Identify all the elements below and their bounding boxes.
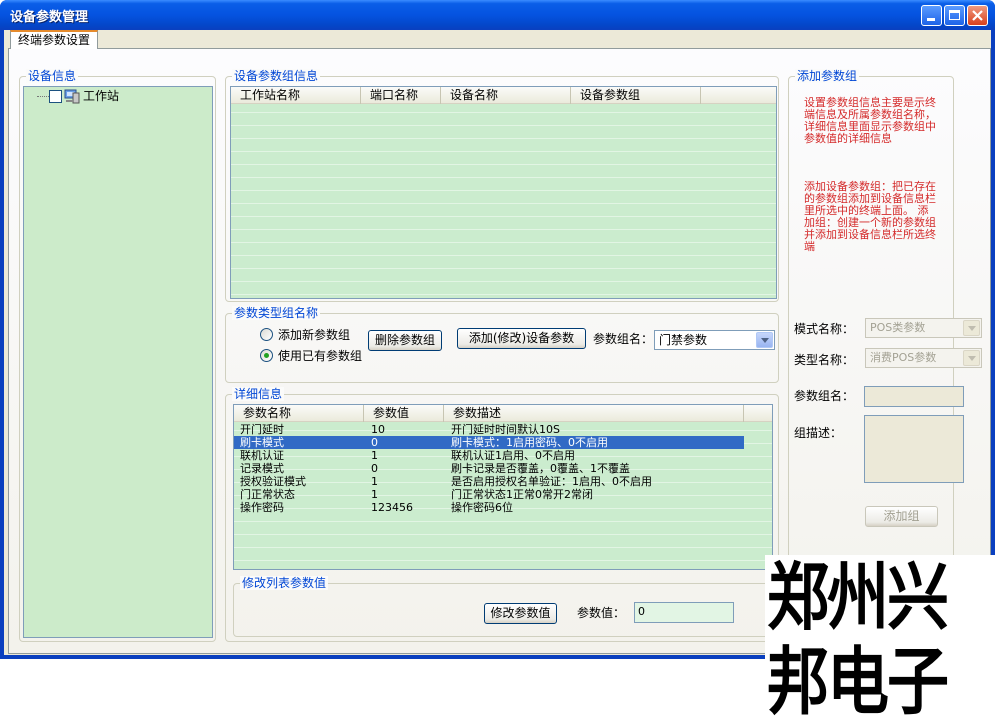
col-workstation-name[interactable]: 工作站名称 — [231, 87, 361, 104]
cell-param-desc: 开门延时时间默认10S — [451, 423, 560, 436]
tab-terminal-params[interactable]: 终端参数设置 — [10, 30, 99, 49]
type-name-label: 类型名称： — [794, 353, 855, 367]
help-text-2: 添加设备参数组：把已存在的参数组添加到设备信息栏里所选中的终端上面。 添加组：创… — [804, 180, 936, 253]
details-label: 详细信息 — [232, 387, 285, 401]
add-modify-device-params-button[interactable]: 添加(修改)设备参数 — [457, 328, 586, 349]
cell-param-value: 1 — [371, 488, 378, 501]
table-row[interactable]: 刷卡模式 0 刷卡模式：1启用密码、0不启用 — [234, 436, 744, 449]
mode-name-select[interactable]: POS类参数 — [865, 318, 982, 338]
device-tree[interactable]: 工作站 — [23, 86, 213, 638]
cell-param-name: 刷卡模式 — [240, 436, 284, 449]
mode-name-label: 模式名称： — [794, 322, 855, 336]
title-bar[interactable]: 设备参数管理 — [0, 0, 995, 30]
device-info-label: 设备信息 — [26, 69, 79, 83]
group-name-select[interactable]: 门禁参数 — [654, 330, 775, 350]
cell-param-desc: 联机认证1启用、0不启用 — [451, 449, 575, 462]
group-name-value: 门禁参数 — [659, 333, 708, 347]
minimize-button[interactable] — [921, 5, 942, 26]
computer-icon — [64, 89, 80, 104]
table-row[interactable]: 授权验证模式 1 是否启用授权名单验证：1启用、0不启用 — [234, 475, 744, 488]
maximize-button[interactable] — [944, 5, 965, 26]
minimize-icon — [927, 18, 935, 21]
watermark-text: 郑州兴邦电子 — [765, 554, 995, 725]
close-button[interactable] — [967, 5, 988, 26]
details-grid-header: 参数名称 参数值 参数描述 — [234, 405, 772, 422]
table-row[interactable]: 门正常状态 1 门正常状态1正常0常开2常闭 — [234, 488, 744, 501]
col-param-value[interactable]: 参数值 — [364, 405, 444, 422]
type-name-value: 消费POS参数 — [870, 351, 937, 364]
maximize-icon — [949, 10, 960, 20]
cell-param-value: 1 — [371, 449, 378, 462]
col-param-desc[interactable]: 参数描述 — [444, 405, 744, 422]
help-text-1: 设置参数组信息主要是示终端信息及所属参数组名称，详细信息里面显示参数组中参数值的… — [804, 96, 936, 145]
param-type-label: 参数类型组名称 — [232, 306, 321, 320]
close-icon — [972, 10, 983, 21]
add-group-label: 添加参数组 — [795, 69, 860, 83]
col-device-name[interactable]: 设备名称 — [441, 87, 571, 104]
cell-param-value: 10 — [371, 423, 385, 436]
cell-param-value: 1 — [371, 475, 378, 488]
table-row[interactable]: 联机认证 1 联机认证1启用、0不启用 — [234, 449, 744, 462]
chevron-down-icon[interactable] — [963, 350, 980, 366]
cell-param-name: 联机认证 — [240, 449, 284, 462]
cell-param-name: 操作密码 — [240, 501, 284, 514]
modify-label: 修改列表参数值 — [240, 576, 329, 590]
cell-param-desc: 是否启用授权名单验证：1启用、0不启用 — [451, 475, 652, 488]
details-group: 详细信息 参数名称 参数值 参数描述 开门延时 10 开门延时时间默认10S 刷卡模式… — [225, 387, 779, 642]
cell-param-value: 123456 — [371, 501, 413, 514]
param-value-input[interactable]: 0 — [634, 602, 734, 623]
radio-add-new-group-label: 添加新参数组 — [278, 328, 351, 342]
group-desc-label: 组描述： — [794, 426, 843, 440]
param-value-label: 参数值： — [577, 606, 626, 620]
modify-param-value-button[interactable]: 修改参数值 — [484, 603, 557, 624]
modify-group: 修改列表参数值 修改参数值 参数值： 0 — [233, 576, 773, 637]
type-name-select[interactable]: 消费POS参数 — [865, 348, 982, 368]
chevron-down-icon[interactable] — [963, 320, 980, 336]
col-port-name[interactable]: 端口名称 — [361, 87, 441, 104]
delete-param-group-button[interactable]: 删除参数组 — [368, 330, 442, 351]
cell-param-name: 记录模式 — [240, 462, 284, 475]
cell-param-value: 0 — [371, 436, 378, 449]
cell-param-name: 门正常状态 — [240, 488, 295, 501]
group-name-label: 参数组名： — [593, 332, 654, 346]
device-info-group: 设备信息 工作站 — [19, 69, 216, 642]
tree-checkbox[interactable] — [49, 90, 62, 103]
details-grid[interactable]: 参数名称 参数值 参数描述 开门延时 10 开门延时时间默认10S 刷卡模式 0 刷卡模式… — [233, 404, 773, 570]
cell-param-name: 授权验证模式 — [240, 475, 306, 488]
add-group-name-input[interactable] — [864, 386, 964, 407]
col-param-name[interactable]: 参数名称 — [234, 405, 364, 422]
param-group-grid[interactable]: 工作站名称 端口名称 设备名称 设备参数组 — [230, 86, 777, 299]
group-desc-input[interactable] — [864, 415, 964, 483]
cell-param-value: 0 — [371, 462, 378, 475]
cell-param-name: 开门延时 — [240, 423, 284, 436]
chevron-down-icon[interactable] — [756, 332, 773, 348]
cell-param-desc: 刷卡记录是否覆盖，0覆盖、1不覆盖 — [451, 462, 630, 475]
cell-param-desc: 刷卡模式：1启用密码、0不启用 — [451, 436, 608, 449]
radio-add-new-group[interactable] — [260, 328, 273, 341]
tree-item-workstation[interactable]: 工作站 — [83, 89, 119, 103]
col-device-param-group[interactable]: 设备参数组 — [571, 87, 701, 104]
add-group-name-label: 参数组名： — [794, 389, 855, 403]
radio-use-existing-group[interactable] — [260, 349, 273, 362]
window-title: 设备参数管理 — [10, 10, 89, 25]
param-group-info-group: 设备参数组信息 工作站名称 端口名称 设备名称 设备参数组 — [225, 69, 779, 302]
radio-use-existing-group-label: 使用已有参数组 — [278, 349, 363, 363]
mode-name-value: POS类参数 — [870, 321, 926, 334]
param-group-grid-header: 工作站名称 端口名称 设备名称 设备参数组 — [231, 87, 776, 104]
cell-param-desc: 门正常状态1正常0常开2常闭 — [451, 488, 593, 501]
cell-param-desc: 操作密码6位 — [451, 501, 513, 514]
table-row[interactable]: 操作密码 123456 操作密码6位 — [234, 501, 744, 514]
param-group-info-label: 设备参数组信息 — [232, 69, 321, 83]
add-group-button[interactable]: 添加组 — [865, 506, 938, 527]
tree-connector — [37, 96, 49, 97]
table-row[interactable]: 记录模式 0 刷卡记录是否覆盖，0覆盖、1不覆盖 — [234, 462, 744, 475]
table-row[interactable]: 开门延时 10 开门延时时间默认10S — [234, 423, 744, 436]
param-type-group: 参数类型组名称 添加新参数组 使用已有参数组 删除参数组 添加(修改)设备参数 … — [225, 306, 779, 383]
